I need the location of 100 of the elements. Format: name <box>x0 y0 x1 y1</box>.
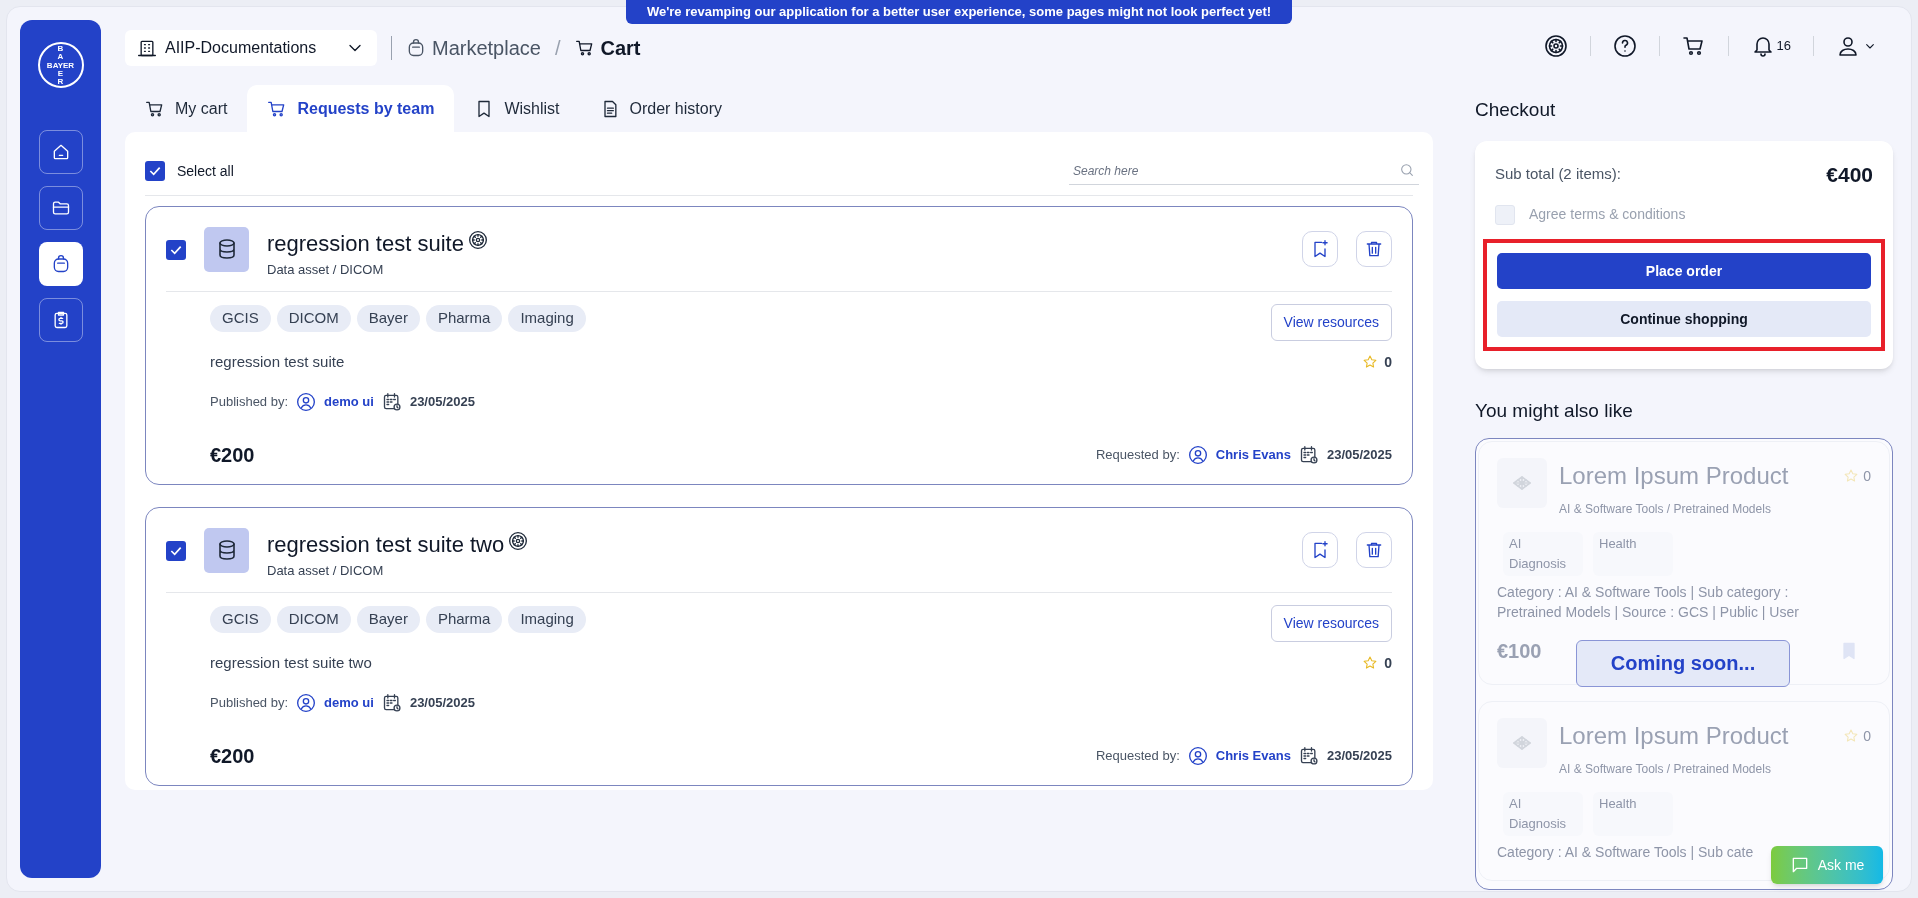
tag: Health <box>1593 791 1673 836</box>
terms-label: Agree terms & conditions <box>1529 205 1686 224</box>
publisher-link[interactable]: demo ui <box>324 391 374 412</box>
item-category: Data asset / DICOM <box>267 561 385 580</box>
sidebar-item[interactable] <box>38 298 83 342</box>
requested-date: 23/05/2025 <box>1326 746 1392 765</box>
user-icon <box>296 692 317 713</box>
coming-soon-label: Coming soon... <box>1576 639 1790 687</box>
user-icon <box>1187 745 1208 766</box>
tag: Imaging <box>508 305 586 332</box>
add-to-wishlist-button[interactable] <box>1302 230 1338 267</box>
search-icon <box>1399 162 1415 178</box>
breadcrumb-separator: / <box>554 36 561 61</box>
select-all-label: Select all <box>177 161 234 181</box>
recommendations-heading: You might also like <box>1475 399 1634 423</box>
tag: Bayer <box>356 606 420 633</box>
cart-icon <box>574 38 595 58</box>
item-category: Data asset / DICOM <box>267 260 385 279</box>
item-description: regression test suite two <box>210 653 372 673</box>
user-icon <box>296 391 317 412</box>
product-title: Lorem Ipsum Product <box>1559 460 1790 491</box>
tag: Health <box>1593 531 1673 576</box>
notifications-button[interactable]: 16 <box>1750 34 1791 58</box>
checkbox[interactable] <box>166 540 186 561</box>
help-icon <box>1612 34 1637 58</box>
rating-count: 0 <box>1863 466 1871 486</box>
published-date: 23/05/2025 <box>409 392 475 411</box>
logo: BA BAYER ER <box>37 42 84 88</box>
checkbox[interactable] <box>166 239 186 260</box>
requester-link[interactable]: Chris Evans <box>1215 745 1291 766</box>
tag: GCIS <box>210 305 271 332</box>
product-title: Lorem Ipsum Product <box>1559 720 1790 751</box>
help-button[interactable] <box>1612 34 1637 58</box>
checkbox[interactable] <box>1495 204 1515 225</box>
gear-icon <box>467 230 488 250</box>
rating-count: 0 <box>1384 352 1392 372</box>
product-price: €100 <box>1497 638 1542 664</box>
tab[interactable]: Requests by team <box>247 85 455 132</box>
subtotal-amount: €400 <box>1826 161 1873 188</box>
star-icon <box>1843 728 1860 744</box>
add-to-wishlist-button[interactable] <box>1302 531 1338 568</box>
item-title: regression test suite two <box>267 530 505 559</box>
item-price: €200 <box>210 743 255 769</box>
breadcrumb-link[interactable]: Marketplace <box>406 33 541 63</box>
place-order-button[interactable]: Place order <box>1497 253 1871 289</box>
delete-button[interactable] <box>1356 230 1392 267</box>
subtotal-label: Sub total (2 items): <box>1495 164 1621 184</box>
sidebar-item[interactable] <box>38 130 83 174</box>
breadcrumb-link[interactable]: Cart <box>574 33 641 63</box>
tag: AI Diagnosis <box>1503 531 1583 576</box>
requested-by-label: Requested by: <box>1095 445 1180 464</box>
published-by-label: Published by: <box>210 693 289 712</box>
bag-icon <box>406 38 426 58</box>
workspace-select[interactable]: AIIP-Documentations <box>125 30 377 66</box>
published-date: 23/05/2025 <box>409 693 475 712</box>
tag: GCIS <box>210 606 271 633</box>
view-resources-button[interactable]: View resources <box>1270 605 1392 642</box>
item-price: €200 <box>210 442 255 468</box>
tab[interactable]: My cart <box>125 85 248 132</box>
rating-count: 0 <box>1863 726 1871 746</box>
cart-icon <box>1681 34 1706 58</box>
sidebar-item[interactable] <box>38 186 83 230</box>
publisher-link[interactable]: demo ui <box>324 692 374 713</box>
gear-icon <box>1543 34 1568 58</box>
rating-count: 0 <box>1384 653 1392 673</box>
view-resources-button[interactable]: View resources <box>1270 304 1392 341</box>
product-details: Category : AI & Software Tools | Sub cate <box>1497 842 1755 862</box>
user-icon <box>1187 444 1208 465</box>
sidebar-item[interactable] <box>38 242 83 286</box>
product-details: Category : AI & Software Tools | Sub category : Pretrained Models | Source : GCS | Public | User <box>1497 582 1800 622</box>
tab[interactable]: Order history <box>579 85 742 132</box>
person-icon <box>1836 34 1860 58</box>
calendar-icon <box>381 391 402 412</box>
continue-shopping-button[interactable]: Continue shopping <box>1497 301 1871 337</box>
tab[interactable]: Wishlist <box>454 85 580 132</box>
requester-link[interactable]: Chris Evans <box>1215 444 1291 465</box>
settings-button[interactable] <box>1543 34 1568 58</box>
gear-icon <box>508 531 529 551</box>
tag: DICOM <box>276 606 351 633</box>
requested-date: 23/05/2025 <box>1326 445 1392 464</box>
announcement-banner: We're revamping our application for a better user experience, some pages might not look perfect yet! <box>626 0 1292 24</box>
item-description: regression test suite <box>210 352 345 372</box>
checkout-heading: Checkout <box>1475 98 1557 122</box>
search-field[interactable]: Search here <box>1069 158 1419 185</box>
calendar-icon <box>1298 745 1319 766</box>
requested-by-label: Requested by: <box>1095 746 1180 765</box>
delete-button[interactable] <box>1356 531 1392 568</box>
star-icon <box>1843 468 1860 484</box>
tag: DICOM <box>276 305 351 332</box>
building-icon <box>137 38 157 58</box>
product-category: AI & Software Tools / Pretrained Models <box>1559 760 1772 778</box>
tag: Imaging <box>508 606 586 633</box>
tag: Bayer <box>356 305 420 332</box>
tag: AI Diagnosis <box>1503 791 1583 836</box>
product-category: AI & Software Tools / Pretrained Models <box>1559 500 1772 518</box>
tag: Pharma <box>425 606 503 633</box>
star-icon <box>1362 354 1379 371</box>
cart-button[interactable] <box>1681 34 1706 58</box>
tag: Pharma <box>425 305 503 332</box>
checkbox[interactable] <box>145 161 165 182</box>
